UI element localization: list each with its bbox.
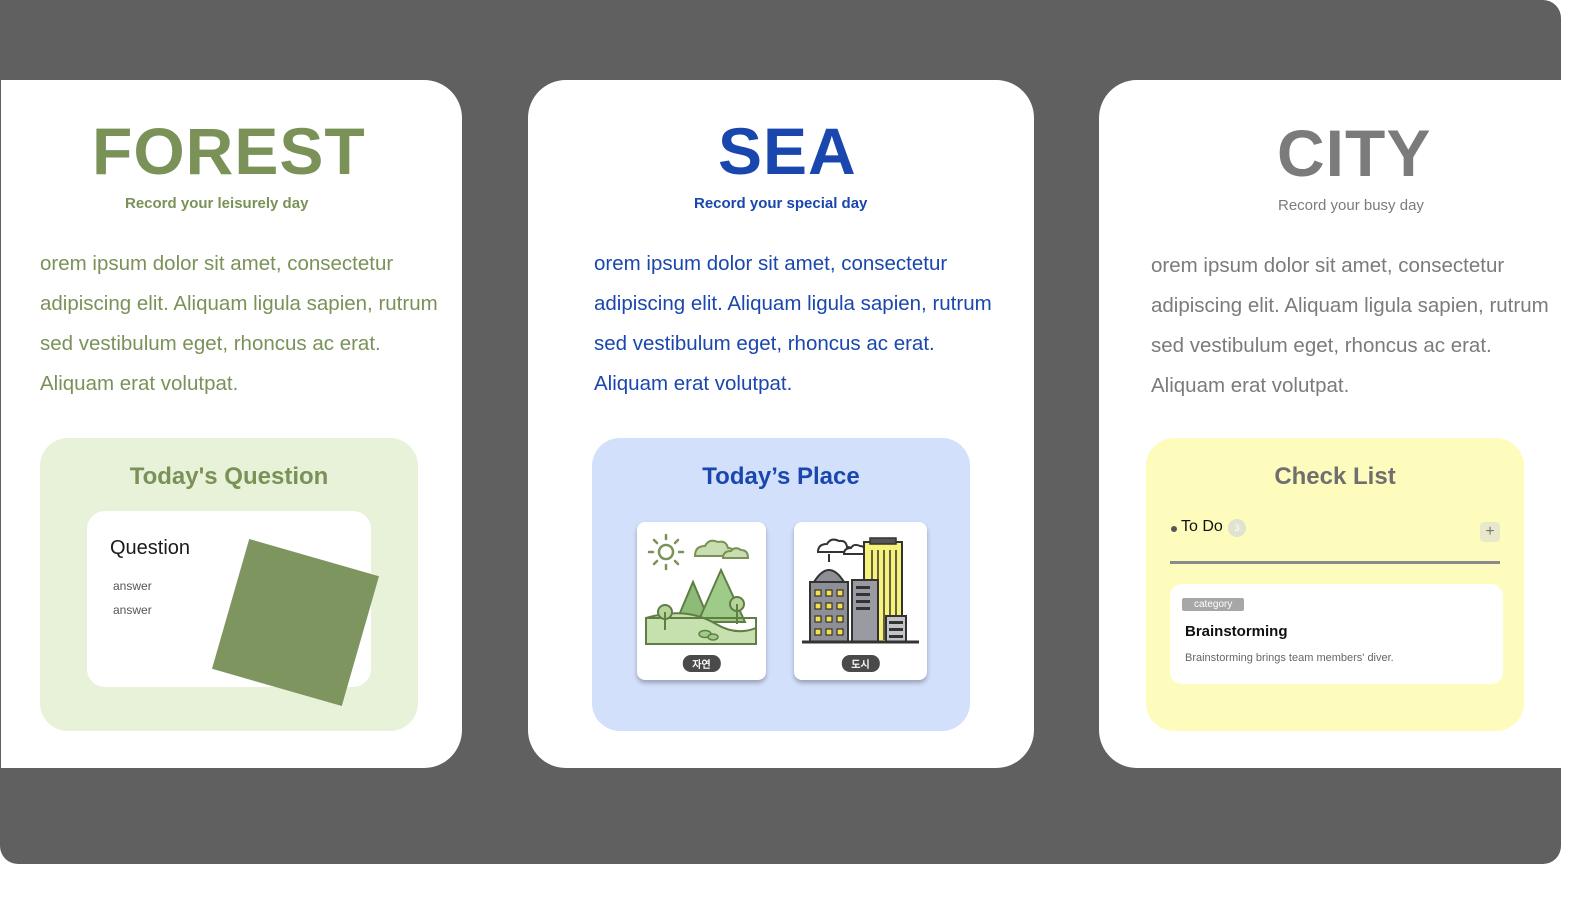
place-tile-city[interactable]: 도시 <box>794 522 927 680</box>
todo-count-badge: 3 <box>1228 519 1246 537</box>
forest-title: FOREST <box>92 114 366 188</box>
sea-card: SEA Record your special day orem ipsum d… <box>528 80 1034 768</box>
todays-place-title: Today’s Place <box>702 463 860 490</box>
city-title: CITY <box>1277 116 1432 190</box>
add-task-button[interactable]: + <box>1480 522 1500 542</box>
canvas-background: FOREST Record your leisurely day orem ip… <box>0 0 1561 864</box>
place-label-nature: 자연 <box>682 655 721 672</box>
task-description: Brainstorming brings team members' diver… <box>1185 652 1394 664</box>
task-category-tag: category <box>1182 598 1245 611</box>
forest-subtitle: Record your leisurely day <box>125 195 309 212</box>
question-title: Question <box>110 537 191 559</box>
todays-question-title: Today's Question <box>129 463 329 490</box>
sea-body-text: orem ipsum dolor sit amet, consectetur a… <box>594 252 992 395</box>
check-list-title: Check List <box>1274 463 1396 490</box>
city-subtitle: Record your busy day <box>1278 197 1424 214</box>
todo-header: To Do 3 + <box>1170 518 1500 548</box>
mountain-landscape-icon <box>645 533 757 645</box>
forest-body-text: orem ipsum dolor sit amet, consectetur a… <box>40 252 438 395</box>
city-card: CITY Record your busy day orem ipsum dol… <box>1099 80 1561 768</box>
task-title: Brainstorming <box>1185 623 1288 640</box>
place-label-city: 도시 <box>841 655 880 672</box>
check-list-panel: Check List To Do 3 + category Brainstorm… <box>1146 438 1524 731</box>
city-buildings-icon <box>802 537 919 644</box>
sea-subtitle: Record your special day <box>694 195 868 212</box>
todo-divider <box>1170 561 1500 564</box>
answer-option[interactable]: answer <box>113 579 152 593</box>
answer-option[interactable]: answer <box>113 603 152 617</box>
todays-place-panel: Today’s Place 자연 도시 <box>592 438 970 731</box>
bullet-dot-icon <box>1171 526 1177 532</box>
todays-question-panel: Today's Question Question answer answer <box>40 438 418 731</box>
forest-card: FOREST Record your leisurely day orem ip… <box>1 80 462 768</box>
task-card[interactable]: category Brainstorming Brainstorming bri… <box>1170 584 1503 684</box>
todo-label: To Do <box>1181 518 1223 535</box>
sea-title: SEA <box>718 114 857 188</box>
city-body-text: orem ipsum dolor sit amet, consectetur a… <box>1151 254 1549 397</box>
place-tile-nature[interactable]: 자연 <box>637 522 766 680</box>
